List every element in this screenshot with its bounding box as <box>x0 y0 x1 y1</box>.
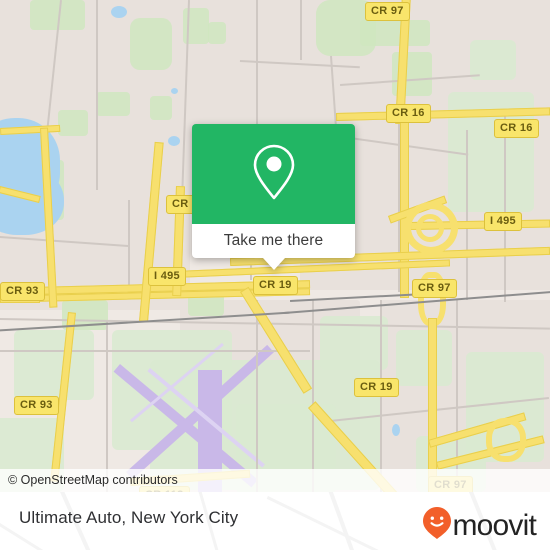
moovit-logo[interactable]: moovit <box>422 506 537 545</box>
moovit-pin-icon <box>422 506 452 545</box>
road-shield: CR 97 <box>412 279 457 298</box>
footer-watermark <box>266 496 448 550</box>
destination-popup[interactable]: Take me there <box>192 124 355 270</box>
road-shield: CR 16 <box>386 104 431 123</box>
popup-pointer <box>262 258 285 270</box>
popup-action-bar[interactable]: Take me there <box>192 224 355 258</box>
road-shield: CR 93 <box>14 396 59 415</box>
popup-header <box>192 124 355 224</box>
road-shield: CR 93 <box>0 282 45 301</box>
moovit-wordmark: moovit <box>452 508 536 542</box>
footer-bar: Ultimate Auto, New York City moovit <box>0 492 550 550</box>
road-shield: I 495 <box>148 267 186 286</box>
road-shield: CR <box>166 195 195 214</box>
footer-watermark <box>326 492 375 550</box>
road-shield: CR 16 <box>494 119 539 138</box>
place-title: Ultimate Auto, New York City <box>19 508 239 527</box>
road-shield: CR 97 <box>365 2 410 21</box>
road-shield: I 495 <box>484 212 522 231</box>
take-me-there-label: Take me there <box>223 232 324 249</box>
road-shield: CR 19 <box>354 378 399 397</box>
map-attribution: © OpenStreetMap contributors <box>0 469 550 492</box>
road-shield: CR 19 <box>253 276 298 295</box>
map-screenshot: CR 97 CR 16 CR 16 I 495 CR I 495 CR 93 CR 19 CR … <box>0 0 550 550</box>
map-pin-icon <box>251 142 297 207</box>
